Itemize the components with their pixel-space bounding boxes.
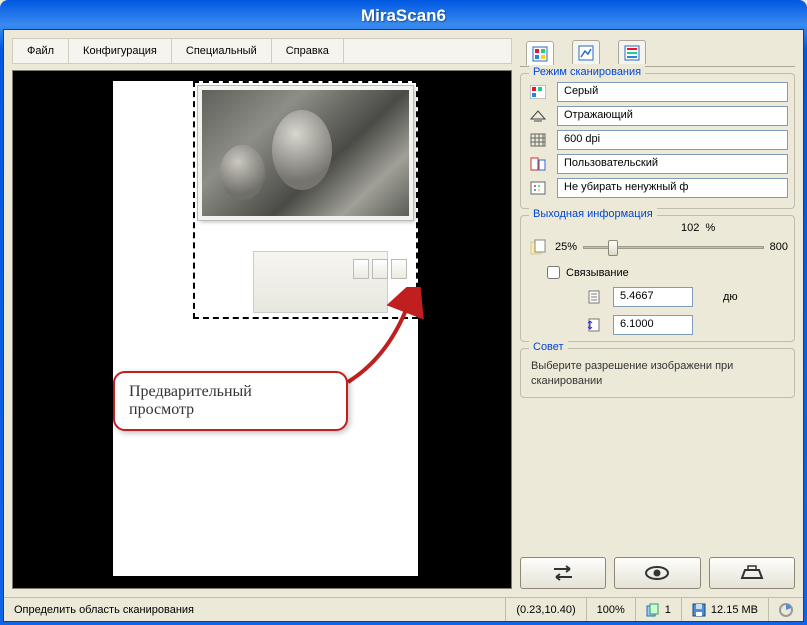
size-select[interactable]: Пользовательский [557, 154, 788, 174]
scanned-photo [198, 86, 413, 220]
disk-icon [692, 603, 706, 617]
scanner-icon [738, 564, 766, 582]
color-mode-select[interactable]: Серый [557, 82, 788, 102]
output-group: Выходная информация 102 % 25% 800 [520, 215, 795, 342]
height-icon [583, 316, 605, 334]
unit-label: дю [723, 291, 738, 303]
titlebar[interactable]: MiraScan6 [3, 3, 804, 29]
preview-area[interactable]: Предварительный просмотр [12, 70, 512, 589]
tab-main-icon [532, 46, 548, 62]
scan-mode-legend: Режим сканирования [529, 66, 645, 78]
tab-batch[interactable] [618, 40, 646, 64]
descreen-icon [527, 179, 549, 197]
tab-main[interactable] [526, 41, 554, 65]
menu-help[interactable]: Справка [272, 39, 344, 63]
source-icon [527, 107, 549, 125]
swap-button[interactable] [520, 557, 606, 589]
annotation-callout: Предварительный просмотр [113, 371, 348, 431]
resolution-icon [527, 131, 549, 149]
tip-group: Совет Выберите разрешение изображени при… [520, 348, 795, 398]
height-field[interactable]: 6.1000 [613, 315, 693, 335]
window-title: MiraScan6 [361, 6, 446, 26]
scale-icon [527, 238, 549, 256]
menu-config[interactable]: Конфигурация [69, 39, 172, 63]
width-icon [583, 288, 605, 306]
tab-batch-icon [624, 45, 640, 61]
color-mode-icon [527, 83, 549, 101]
preview-button[interactable] [614, 557, 700, 589]
tip-legend: Совет [529, 341, 568, 353]
status-memory: 12.15 MB [681, 598, 768, 621]
callout-line1: Предварительный [129, 383, 332, 401]
link-checkbox[interactable] [547, 266, 560, 279]
scale-slider[interactable] [583, 238, 764, 256]
eye-icon [643, 564, 671, 582]
status-progress [768, 598, 803, 621]
scale-value: 102 % [681, 222, 715, 234]
settings-tabs [520, 38, 795, 67]
status-pages: 1 [635, 598, 681, 621]
progress-icon [779, 603, 793, 617]
width-field[interactable]: 5.4667 [613, 287, 693, 307]
scale-min-label: 25% [555, 241, 577, 253]
output-legend: Выходная информация [529, 208, 657, 220]
menubar: Файл Конфигурация Специальный Справка [12, 38, 512, 64]
tab-adjust-icon [578, 45, 594, 61]
scale-max-label: 800 [770, 241, 788, 253]
callout-line2: просмотр [129, 401, 332, 419]
action-buttons [520, 551, 795, 589]
status-coords: (0.23,10.40) [505, 598, 585, 621]
tip-text: Выберите разрешение изображени при скани… [527, 357, 788, 391]
pages-icon [646, 603, 660, 617]
statusbar: Определить область сканирования (0.23,10… [4, 597, 803, 621]
resolution-select[interactable]: 600 dpi [557, 130, 788, 150]
descreen-select[interactable]: Не убирать ненужный ф [557, 178, 788, 198]
status-hint: Определить область сканирования [4, 598, 505, 621]
swap-icon [550, 564, 576, 582]
tab-adjust[interactable] [572, 40, 600, 64]
source-select[interactable]: Отражающий [557, 106, 788, 126]
link-label: Связывание [566, 267, 629, 279]
status-zoom: 100% [586, 598, 635, 621]
thumbnail-strip [353, 259, 407, 279]
scan-mode-group: Режим сканирования Серый Отражающий 600 … [520, 73, 795, 209]
size-icon [527, 155, 549, 173]
menu-special[interactable]: Специальный [172, 39, 272, 63]
menu-file[interactable]: Файл [13, 39, 69, 63]
scan-button[interactable] [709, 557, 795, 589]
